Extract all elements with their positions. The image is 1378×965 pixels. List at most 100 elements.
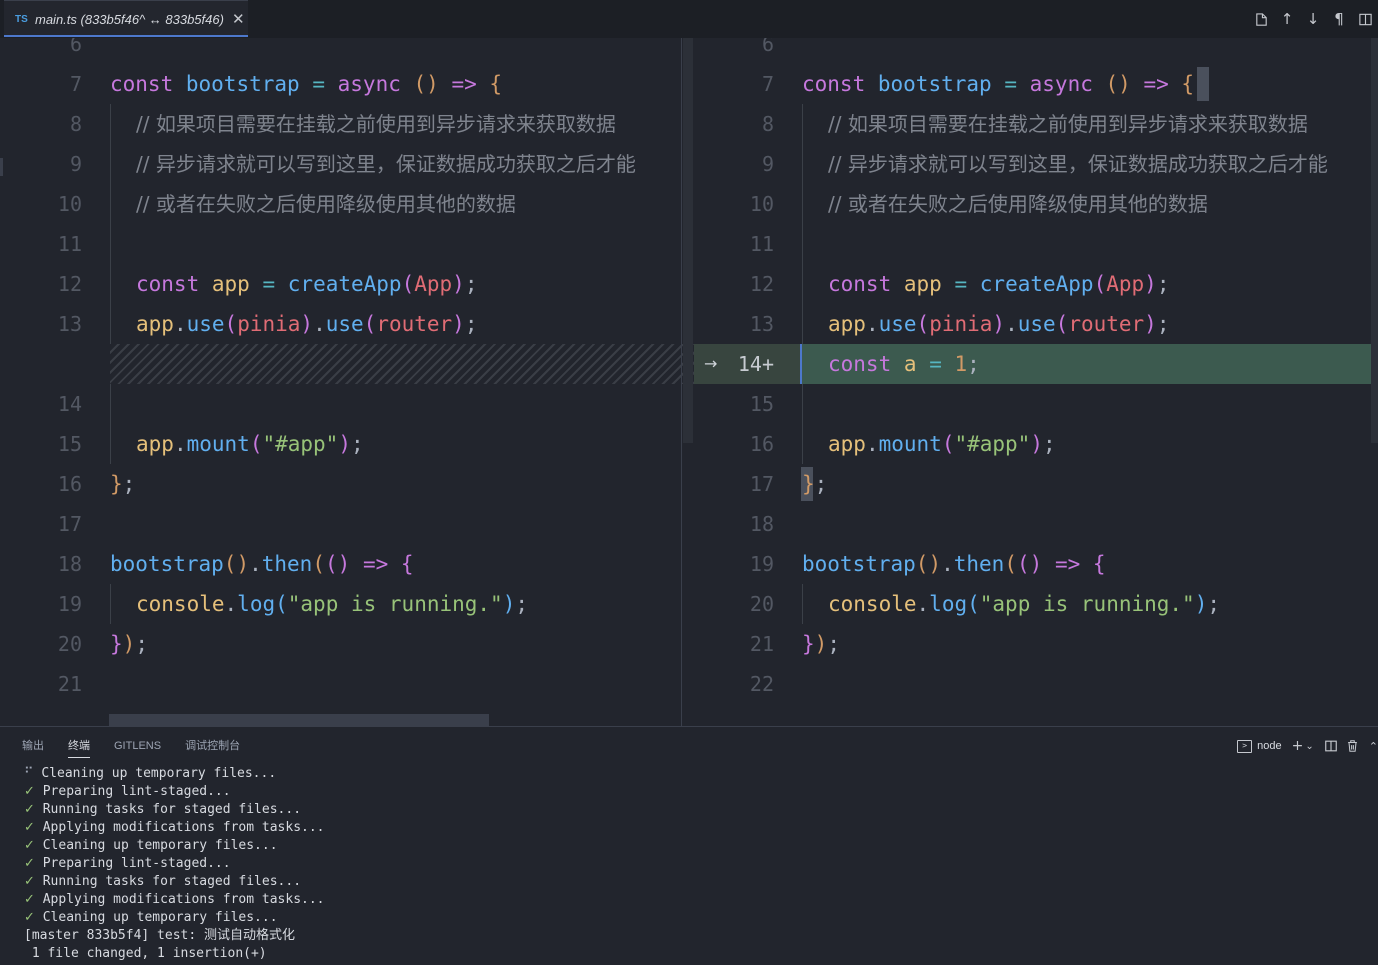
indent-guide	[802, 224, 803, 264]
code-line: 7 const bootstrap = async () => {	[0, 64, 694, 104]
line-number: 7	[69, 72, 82, 96]
line-number: 15	[57, 432, 82, 456]
gutter-marker	[0, 158, 3, 176]
horizontal-scrollbar[interactable]	[109, 714, 489, 726]
code-line: 9 // 异步请求就可以写到这里，保证数据成功获取之后才能	[0, 144, 694, 184]
code-line: 20 console.log("app is running.");	[694, 584, 1378, 624]
code-line: 17 };	[694, 464, 1378, 504]
code-text: console.log("app is running.");	[828, 592, 1221, 616]
diff-empty-placeholder	[110, 344, 694, 384]
code-line: 9 // 异步请求就可以写到这里，保证数据成功获取之后才能	[694, 144, 1378, 184]
line-number: 16	[57, 472, 82, 496]
code-line: 13 app.use(pinia).use(router);	[0, 304, 694, 344]
tab-debug-console[interactable]: 调试控制台	[185, 737, 240, 757]
terminal-output[interactable]: ⠋ Cleaning up temporary files... ✓ Prepar…	[24, 765, 325, 963]
code-text: });	[802, 632, 840, 656]
code-text: const app = createApp(App);	[828, 272, 1170, 296]
terminal-line: [master 833b5f4] test: 测试自动格式化	[24, 928, 296, 943]
arrow-down-icon[interactable]: ↓	[1300, 6, 1326, 32]
line-number: 18	[57, 552, 82, 576]
revert-arrow-icon[interactable]: →	[704, 344, 717, 384]
code-line: 16 };	[0, 464, 694, 504]
split-editor-icon[interactable]	[1352, 6, 1378, 32]
code-text: };	[802, 472, 828, 496]
line-number: 19	[749, 552, 774, 576]
line-number: 8	[69, 112, 82, 136]
code-text: app.mount("#app");	[828, 432, 1056, 456]
line-number: 8	[761, 112, 774, 136]
code-line: 18 bootstrap().then(() => {	[0, 544, 694, 584]
trash-icon[interactable]	[1346, 735, 1359, 757]
line-number: 17	[749, 472, 774, 496]
open-file-icon[interactable]	[1248, 6, 1274, 32]
code-text: const a = 1;	[828, 352, 980, 376]
diff-original-pane[interactable]: 6 7 const bootstrap = async () => { 8 //…	[0, 38, 694, 726]
split-terminal-icon[interactable]	[1324, 735, 1338, 757]
code-line: 13 app.use(pinia).use(router);	[694, 304, 1378, 344]
bottom-panel: 输出 终端 GITLENS 调试控制台 > node + ⌄ ⌃ ⠋ Clean…	[0, 726, 1378, 965]
code-line: 10 // 或者在失败之后使用降级使用其他的数据	[0, 184, 694, 224]
code-text: console.log("app is running.");	[136, 592, 529, 616]
code-line: 15	[694, 384, 1378, 424]
code-line: 18	[694, 504, 1378, 544]
line-number: 11	[57, 232, 82, 256]
tab-gitlens[interactable]: GITLENS	[114, 737, 161, 757]
code-line: 11	[0, 224, 694, 264]
left-vertical-scrollbar[interactable]	[683, 38, 693, 443]
code-text: bootstrap().then(() => {	[802, 552, 1106, 576]
terminal-line: ✓ Running tasks for staged files...	[24, 802, 302, 817]
code-comment: // 异步请求就可以写到这里，保证数据成功获取之后才能	[828, 152, 1328, 176]
code-comment: // 或者在失败之后使用降级使用其他的数据	[828, 192, 1208, 216]
tab-output[interactable]: 输出	[22, 737, 44, 757]
terminal-line: ✓ Applying modifications from tasks...	[24, 820, 325, 835]
code-line: 20 });	[0, 624, 694, 664]
terminal-selector[interactable]: > node	[1237, 739, 1282, 753]
terminal-icon: >	[1237, 739, 1253, 753]
arrow-up-icon[interactable]: ↑	[1274, 6, 1300, 32]
code-text: const bootstrap = async () => {	[110, 72, 503, 96]
line-number: 14+	[737, 352, 774, 376]
line-number: 21	[57, 672, 82, 696]
line-number: 12	[57, 272, 82, 296]
line-number: 6	[69, 38, 82, 56]
chevron-up-icon[interactable]: ⌃	[1369, 735, 1378, 757]
code-text: const app = createApp(App);	[136, 272, 478, 296]
code-line: 21	[0, 664, 694, 704]
code-text: app.use(pinia).use(router);	[828, 312, 1170, 336]
line-number: 20	[57, 632, 82, 656]
line-number: 14	[57, 392, 82, 416]
chevron-down-icon[interactable]: ⌄	[1305, 735, 1313, 757]
add-icon[interactable]: +	[1292, 735, 1304, 757]
line-number: 17	[57, 512, 82, 536]
pilcrow-icon[interactable]: ¶	[1326, 6, 1352, 32]
tab-main-ts-diff[interactable]: TS main.ts (833b5f46^ ↔ 833b5f46) ✕	[4, 0, 248, 37]
diff-modified-pane[interactable]: 6 7 const bootstrap = async () => { 8 //…	[694, 38, 1378, 726]
line-number: 22	[749, 672, 774, 696]
code-line: 19 bootstrap().then(() => {	[694, 544, 1378, 584]
tab-terminal[interactable]: 终端	[68, 737, 90, 758]
terminal-name: node	[1257, 740, 1282, 752]
diff-pane-divider[interactable]	[681, 38, 682, 726]
code-line: 21 });	[694, 624, 1378, 664]
line-number: 12	[749, 272, 774, 296]
terminal-line: 1 file changed, 1 insertion(+)	[24, 946, 267, 961]
terminal-line: ⠋ Cleaning up temporary files...	[24, 766, 277, 781]
code-line: 16 app.mount("#app");	[694, 424, 1378, 464]
code-line: 12 const app = createApp(App);	[694, 264, 1378, 304]
terminal-line: ✓ Cleaning up temporary files...	[24, 910, 278, 925]
line-number: 20	[749, 592, 774, 616]
code-comment: // 如果项目需要在挂载之前使用到异步请求来获取数据	[828, 112, 1308, 136]
code-text: });	[110, 632, 148, 656]
code-line: 12 const app = createApp(App);	[0, 264, 694, 304]
code-line: 8 // 如果项目需要在挂载之前使用到异步请求来获取数据	[0, 104, 694, 144]
right-vertical-scrollbar[interactable]	[1371, 38, 1378, 443]
close-icon[interactable]: ✕	[232, 10, 245, 28]
terminal-line: ✓ Cleaning up temporary files...	[24, 838, 278, 853]
code-comment: // 如果项目需要在挂载之前使用到异步请求来获取数据	[136, 112, 616, 136]
terminal-line: ✓ Preparing lint-staged...	[24, 856, 231, 871]
active-tab-indicator	[4, 35, 248, 37]
code-text: };	[110, 472, 136, 496]
added-code-line[interactable]: → 14+ const a = 1;	[694, 344, 1378, 384]
line-number: 7	[761, 72, 774, 96]
code-line: 15 app.mount("#app");	[0, 424, 694, 464]
